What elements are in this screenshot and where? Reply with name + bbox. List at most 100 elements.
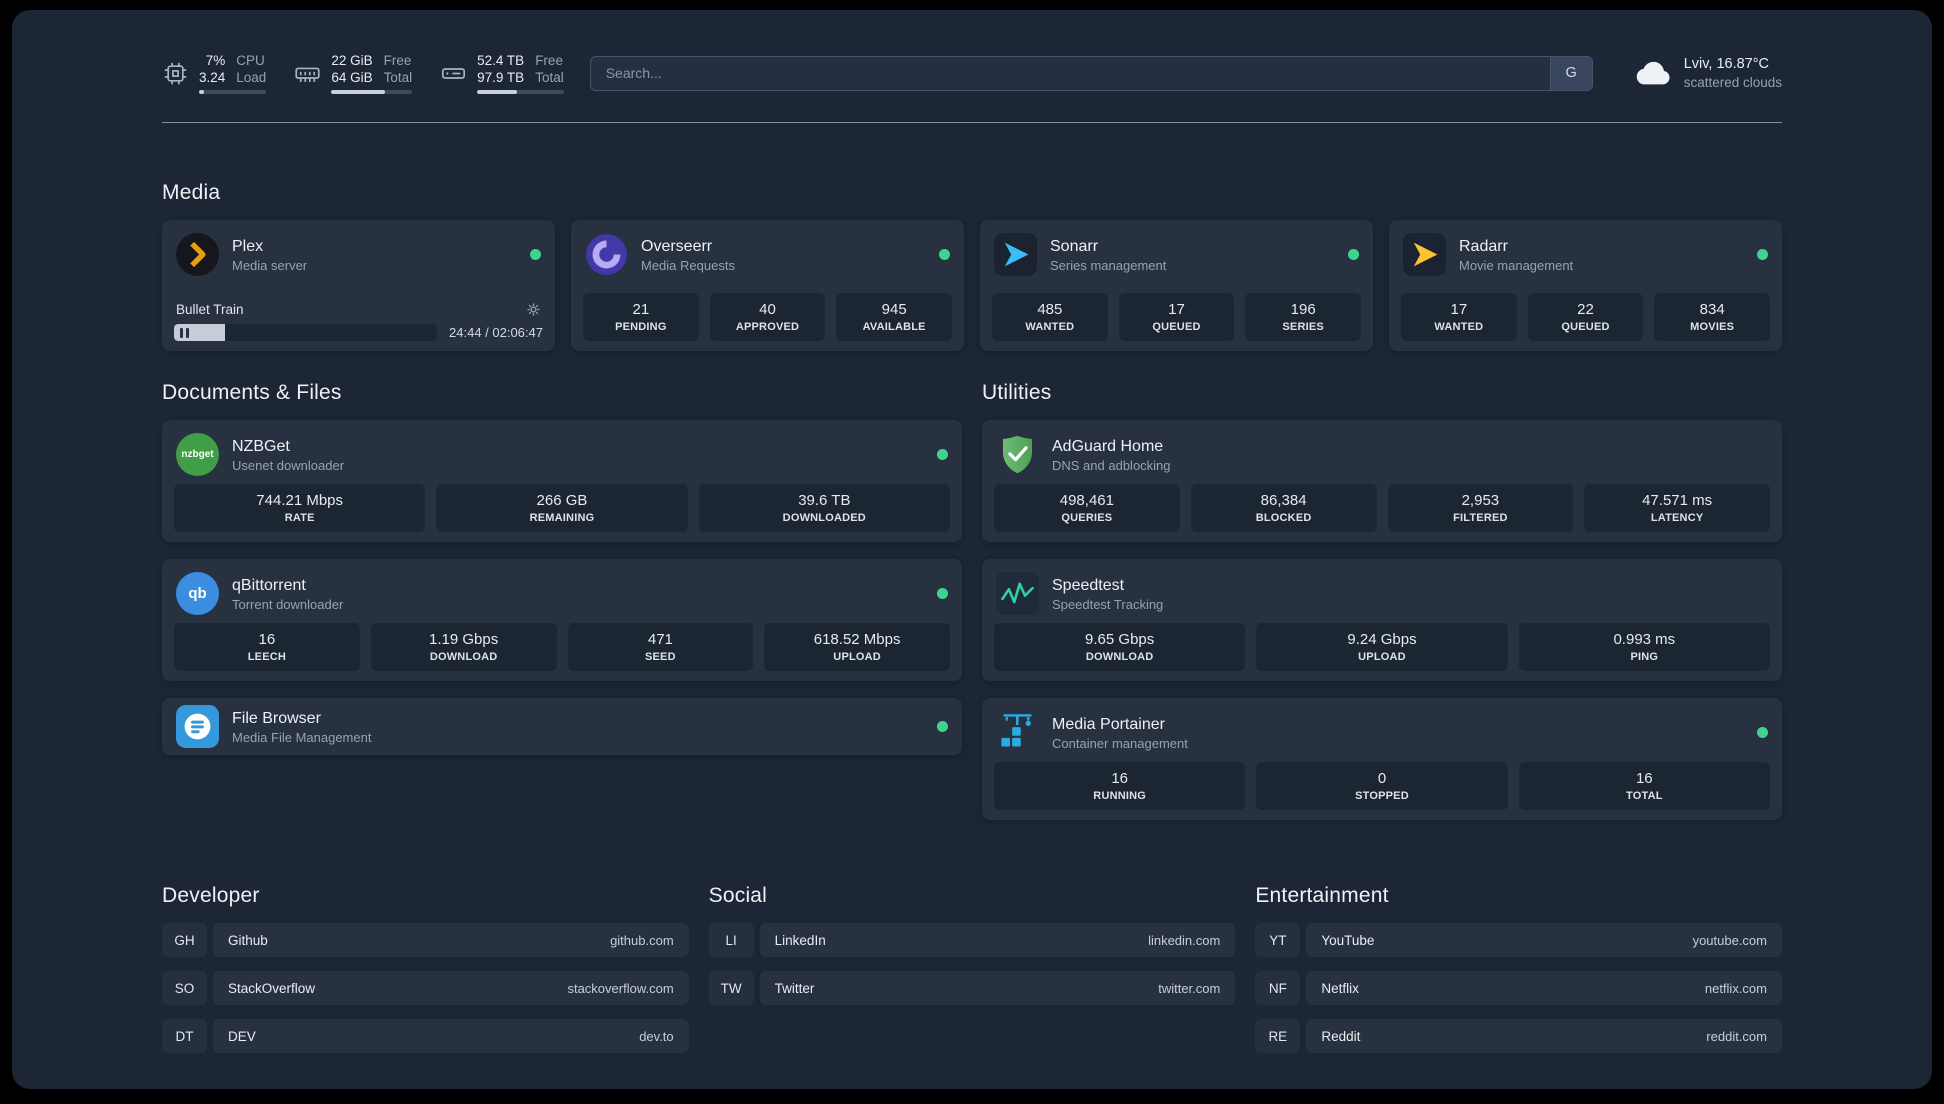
section-title-utilities: Utilities xyxy=(982,381,1052,404)
service-card-sonarr[interactable]: Sonarr Series management 485 WANTED 17 Q… xyxy=(980,220,1373,351)
stat: 21 PENDING xyxy=(583,293,699,341)
bookmark-abbr: RE xyxy=(1255,1019,1301,1053)
service-name: Overseerr xyxy=(641,237,713,255)
service-description: Usenet downloader xyxy=(232,457,345,473)
bookmark-github[interactable]: GH Github github.com xyxy=(162,923,689,957)
bookmark-name: Github xyxy=(228,932,268,948)
stat: 618.52 Mbps UPLOAD xyxy=(764,623,950,671)
status-dot xyxy=(937,449,948,460)
service-description: Media Requests xyxy=(641,257,735,273)
filebrowser-icon xyxy=(176,705,219,748)
service-name: AdGuard Home xyxy=(1052,437,1164,455)
disk-free-value: 52.4 TB xyxy=(477,53,525,69)
cpu-widget: 7% 3.24 CPU Load xyxy=(162,52,267,94)
search-input[interactable] xyxy=(590,56,1550,90)
section-developer: Developer GH Github github.com SO StackO… xyxy=(162,884,689,1053)
bookmark-youtube[interactable]: YT YouTube youtube.com xyxy=(1255,923,1782,957)
bookmark-domain: reddit.com xyxy=(1706,1028,1767,1044)
cpu-percent: 7% xyxy=(205,53,226,69)
stat: 0 STOPPED xyxy=(1256,762,1508,810)
section-documents: Documents & Files nzbget NZBGet Usenet d… xyxy=(162,381,962,755)
disk-free-label: Free xyxy=(535,53,563,69)
service-card-nzbget[interactable]: nzbget NZBGet Usenet downloader 744.21 M… xyxy=(162,420,962,542)
bookmark-name: StackOverflow xyxy=(228,980,316,996)
memory-total-value: 64 GiB xyxy=(331,70,373,86)
service-card-overseerr[interactable]: Overseerr Media Requests 21 PENDING 40 A… xyxy=(571,220,964,351)
bookmark-reddit[interactable]: RE Reddit reddit.com xyxy=(1255,1019,1782,1053)
service-name: qBittorrent xyxy=(232,576,306,594)
bookmark-linkedin[interactable]: LI LinkedIn linkedin.com xyxy=(708,923,1236,957)
cpu-progress-bar xyxy=(199,90,267,94)
bookmark-abbr: TW xyxy=(708,971,754,1005)
topbar: 7% 3.24 CPU Load 22 GiB 64 GiB Free Tota… xyxy=(162,48,1782,98)
search-provider-button[interactable]: G xyxy=(1549,56,1592,90)
weather-widget: Lviv, 16.87°C scattered clouds xyxy=(1631,52,1782,94)
bookmark-domain: stackoverflow.com xyxy=(567,980,674,996)
service-name: Sonarr xyxy=(1050,237,1099,255)
plex-icon xyxy=(176,233,219,276)
status-dot xyxy=(939,249,950,260)
bookmark-abbr: LI xyxy=(708,923,754,957)
playback-time: 24:44 / 02:06:47 xyxy=(449,325,543,340)
stat: 471 SEED xyxy=(567,623,754,671)
bookmark-name: LinkedIn xyxy=(774,932,826,948)
stat: 86,384 BLOCKED xyxy=(1190,484,1377,532)
service-card-adguard-home[interactable]: AdGuard Home DNS and adblocking 498,461 … xyxy=(982,420,1782,542)
resources-widget: 7% 3.24 CPU Load 22 GiB 64 GiB Free Tota… xyxy=(162,52,564,94)
section-entertainment: Entertainment YT YouTube youtube.com NF … xyxy=(1255,884,1782,1053)
bookmark-twitter[interactable]: TW Twitter twitter.com xyxy=(708,971,1236,1005)
bookmark-stackoverflow[interactable]: SO StackOverflow stackoverflow.com xyxy=(162,971,689,1005)
topbar-divider xyxy=(162,122,1782,123)
bookmark-abbr: SO xyxy=(162,971,207,1005)
weather-condition: scattered clouds xyxy=(1683,74,1782,90)
stat: 266 GB REMAINING xyxy=(436,484,688,532)
disk-total-value: 97.9 TB xyxy=(477,70,525,86)
memory-free-value: 22 GiB xyxy=(331,53,373,69)
search-bar: G xyxy=(589,55,1593,91)
stat: 40 APPROVED xyxy=(709,293,826,341)
section-title-developer: Developer xyxy=(162,884,260,907)
stat: 9.65 Gbps DOWNLOAD xyxy=(994,623,1246,671)
service-card-media-portainer[interactable]: Media Portainer Container management 16 … xyxy=(982,698,1782,820)
stat: 196 SERIES xyxy=(1245,293,1362,341)
stat: 17 QUEUED xyxy=(1118,293,1235,341)
bookmark-abbr: GH xyxy=(162,923,207,957)
section-title-entertainment: Entertainment xyxy=(1255,884,1389,907)
service-description: DNS and adblocking xyxy=(1052,457,1171,473)
service-card-plex[interactable]: Plex Media server Bullet Train 24:44 / 0… xyxy=(162,220,555,351)
service-card-qbittorrent[interactable]: qb qBittorrent Torrent downloader 16 LEE… xyxy=(162,559,962,681)
service-card-speedtest[interactable]: Speedtest Speedtest Tracking 9.65 Gbps D… xyxy=(982,559,1782,681)
bookmark-abbr: DT xyxy=(162,1019,207,1053)
radarr-icon xyxy=(1403,233,1446,276)
stat: 39.6 TB DOWNLOADED xyxy=(698,484,950,532)
service-description: Movie management xyxy=(1459,257,1574,273)
status-dot xyxy=(530,249,541,260)
bookmark-dev[interactable]: DT DEV dev.to xyxy=(162,1019,689,1053)
memory-progress-bar xyxy=(331,90,413,94)
service-name: Radarr xyxy=(1459,237,1508,255)
weather-location: Lviv, 16.87°C xyxy=(1683,55,1770,72)
service-card-radarr[interactable]: Radarr Movie management 17 WANTED 22 QUE… xyxy=(1389,220,1782,351)
portainer-icon xyxy=(996,711,1039,754)
speedtest-icon xyxy=(996,572,1039,615)
status-dot xyxy=(1348,249,1359,260)
service-name: NZBGet xyxy=(232,437,290,455)
service-description: Media File Management xyxy=(232,729,372,745)
qbittorrent-icon: qb xyxy=(176,572,219,615)
gear-icon[interactable] xyxy=(526,302,541,317)
bookmark-domain: youtube.com xyxy=(1692,932,1767,948)
cpu-icon xyxy=(162,60,189,87)
bookmark-name: Twitter xyxy=(774,980,815,996)
bookmark-abbr: YT xyxy=(1255,923,1301,957)
section-title-social: Social xyxy=(708,884,768,907)
service-name: Speedtest xyxy=(1052,576,1125,594)
pause-icon xyxy=(180,327,189,338)
bookmark-netflix[interactable]: NF Netflix netflix.com xyxy=(1255,971,1782,1005)
status-dot xyxy=(937,721,948,732)
now-playing-widget: Bullet Train 24:44 / 02:06:47 xyxy=(174,302,543,341)
service-card-filebrowser[interactable]: File Browser Media File Management xyxy=(162,698,962,755)
sonarr-icon xyxy=(994,233,1037,276)
bookmark-domain: netflix.com xyxy=(1704,980,1767,996)
disk-total-label: Total xyxy=(535,70,564,86)
now-playing-title: Bullet Train xyxy=(176,302,244,317)
